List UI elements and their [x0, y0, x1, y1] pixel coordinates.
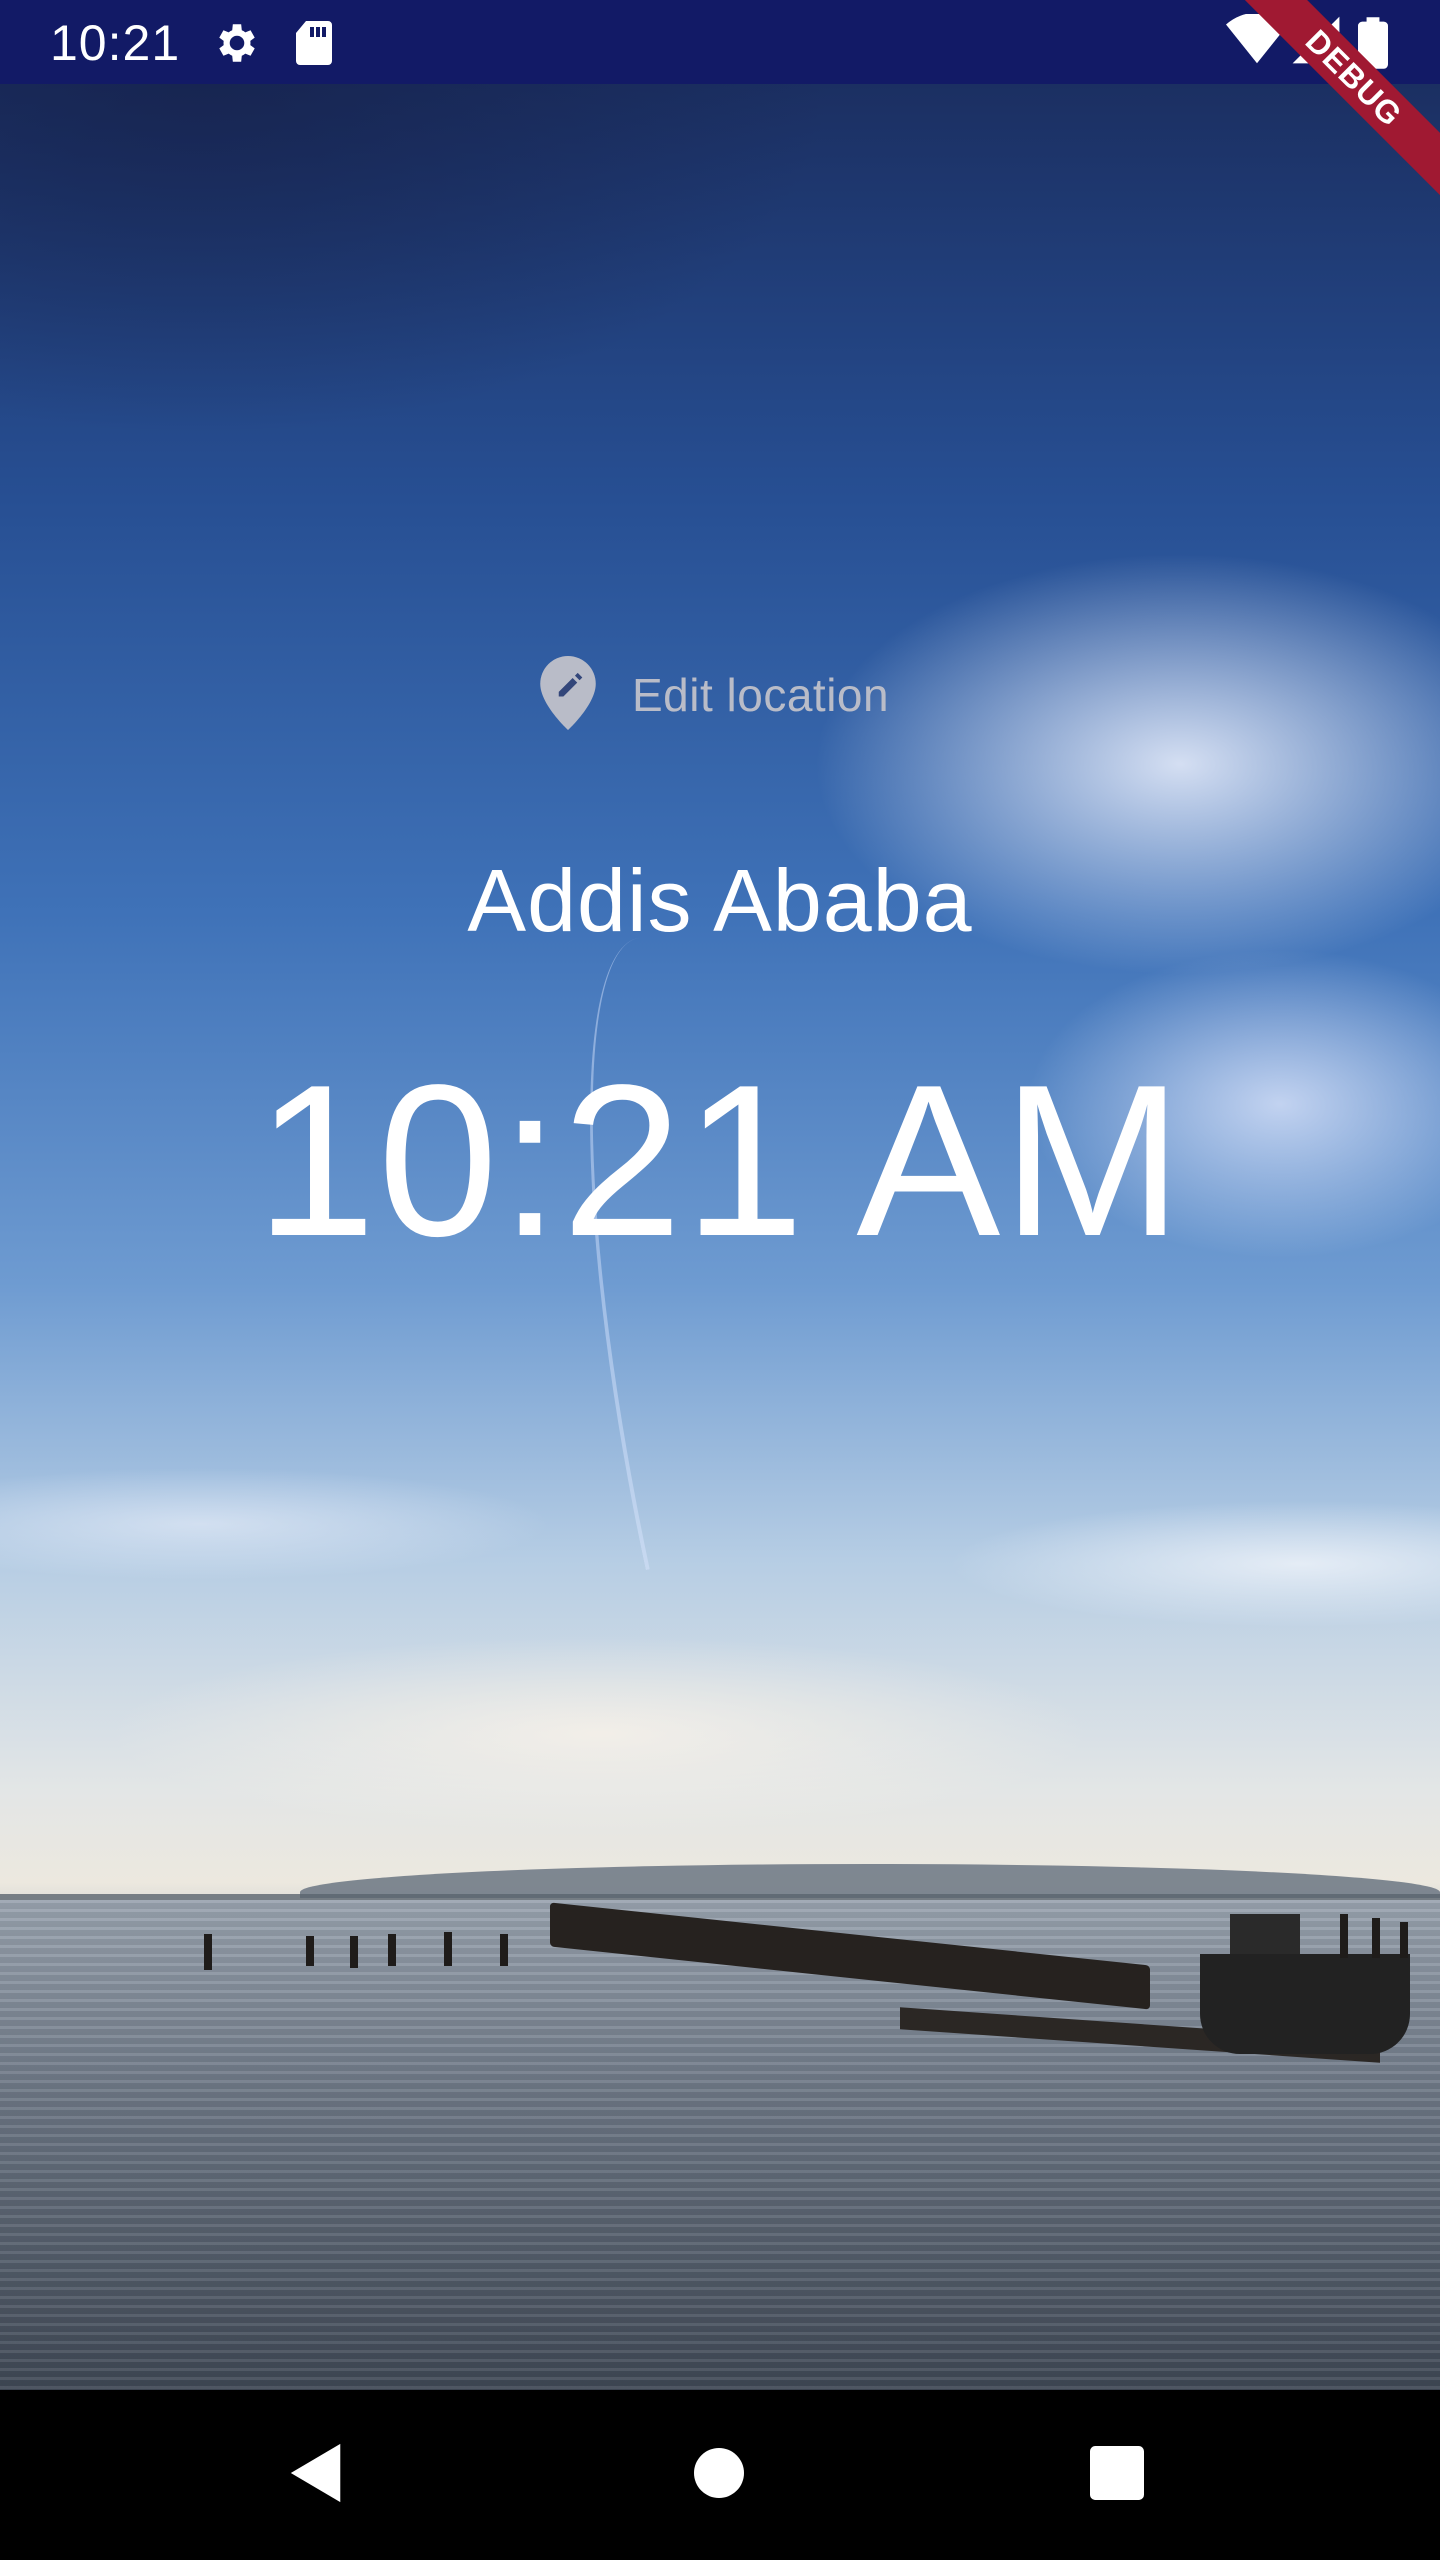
location-pin-edit-icon: [540, 655, 596, 735]
signal-icon: [1290, 14, 1342, 71]
battery-icon: [1358, 16, 1388, 75]
back-button[interactable]: [272, 2430, 362, 2520]
navigation-bar: [0, 2390, 1440, 2560]
edit-location-label: Edit location: [632, 669, 890, 721]
recents-icon: [1090, 2445, 1144, 2505]
status-bar: 10:21: [0, 0, 1440, 84]
wifi-icon: [1226, 12, 1288, 71]
recents-button[interactable]: [1072, 2430, 1162, 2520]
sd-card-icon: [294, 18, 334, 73]
location-name: Addis Ababa: [467, 851, 973, 950]
time-display: 10:21 AM: [255, 1039, 1185, 1281]
status-time: 10:21: [50, 15, 181, 71]
back-icon: [287, 2441, 347, 2510]
home-button[interactable]: [674, 2430, 764, 2520]
edit-location-button[interactable]: Edit location: [540, 650, 889, 740]
home-icon: [694, 2447, 744, 2503]
gear-icon: [212, 18, 262, 73]
